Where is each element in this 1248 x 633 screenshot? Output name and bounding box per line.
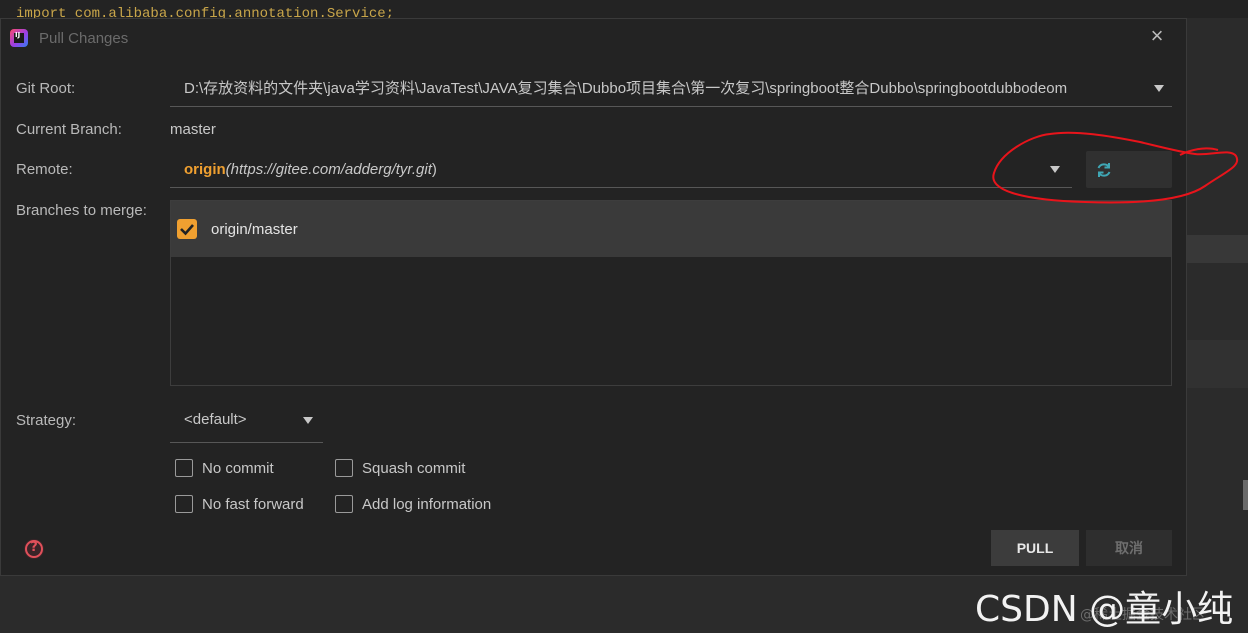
cancel-button[interactable]: 取消 [1086, 530, 1172, 566]
squash-commit-label[interactable]: Squash commit [362, 460, 465, 477]
intellij-app-icon: IJ [10, 29, 28, 47]
remote-label: Remote: [16, 161, 73, 178]
help-glyph: ? [30, 540, 38, 555]
squash-commit-checkbox[interactable] [335, 459, 353, 477]
strategy-label: Strategy: [16, 412, 77, 429]
editor-bg-panel [1187, 235, 1248, 263]
current-branch-value: master [170, 121, 216, 138]
dialog-titlebar[interactable]: IJ Pull Changes × [1, 19, 1186, 57]
add-log-information-checkbox[interactable] [335, 495, 353, 513]
branches-list: origin/master [170, 200, 1172, 386]
editor-background: import com.alibaba.config.annotation.Ser… [0, 0, 1248, 18]
branches-to-merge-label: Branches to merge: [16, 202, 147, 219]
remote-url: https://gitee.com/adderg/tyr.git [230, 161, 432, 178]
strategy-value: <default> [184, 411, 247, 428]
chevron-down-icon [1154, 85, 1164, 92]
chevron-down-icon [303, 417, 313, 424]
editor-code-line: import com.alibaba.config.annotation.Ser… [16, 6, 395, 18]
no-fast-forward-checkbox[interactable] [175, 495, 193, 513]
add-log-information-label[interactable]: Add log information [362, 496, 491, 513]
remote-name: origin [184, 161, 226, 178]
git-root-label: Git Root: [16, 80, 76, 97]
branch-name: origin/master [211, 221, 298, 238]
no-commit-label[interactable]: No commit [202, 460, 274, 477]
no-fast-forward-label[interactable]: No fast forward [202, 496, 304, 513]
help-icon[interactable]: ? [24, 539, 44, 559]
csdn-watermark: CSDN @童小纯 [975, 589, 1234, 630]
remote-url-close: ) [431, 161, 437, 178]
current-branch-label: Current Branch: [16, 121, 122, 138]
editor-bg-panel [1187, 340, 1248, 388]
remote-value: origin(https://gitee.com/adderg/tyr.git) [184, 154, 437, 186]
remote-select[interactable]: origin(https://gitee.com/adderg/tyr.git) [170, 154, 1072, 188]
close-icon[interactable]: × [1146, 25, 1168, 47]
dialog-title: Pull Changes [39, 30, 129, 47]
screen: import com.alibaba.config.annotation.Ser… [0, 0, 1248, 633]
pull-button[interactable]: PULL [991, 530, 1079, 566]
branch-checkbox[interactable] [177, 219, 197, 239]
red-annotation-circle [992, 131, 1239, 204]
strategy-select[interactable]: <default> [170, 404, 323, 443]
no-commit-checkbox[interactable] [175, 459, 193, 477]
git-root-select[interactable]: D:\存放资料的文件夹\java学习资料\JavaTest\JAVA复习集合\D… [170, 73, 1172, 107]
editor-scrollbar-thumb[interactable] [1243, 480, 1248, 510]
pull-changes-dialog: IJ Pull Changes × Git Root: D:\存放资料的文件夹\… [0, 18, 1187, 576]
git-root-value: D:\存放资料的文件夹\java学习资料\JavaTest\JAVA复习集合\D… [184, 80, 1068, 97]
check-icon [180, 224, 194, 236]
